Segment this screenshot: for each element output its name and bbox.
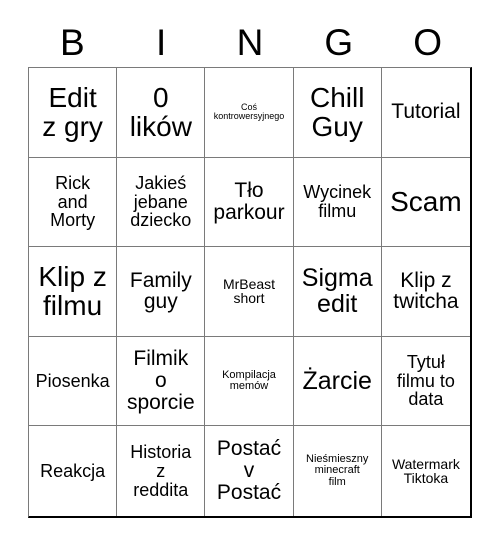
bingo-cell[interactable]: Tutorial bbox=[381, 68, 471, 158]
bingo-cell-label: Tło parkour bbox=[213, 179, 285, 224]
bingo-header-letter-b: B bbox=[60, 22, 85, 63]
bingo-header-letter-n: N bbox=[236, 22, 264, 63]
bingo-cell-label: 0 lików bbox=[129, 82, 192, 143]
bingo-cell-label: Chill Guy bbox=[309, 82, 365, 143]
bingo-cell[interactable]: Coś kontrowersyjnego bbox=[205, 68, 294, 158]
bingo-cell-label: Wycinek filmu bbox=[303, 182, 372, 221]
bingo-cell-label: Historia z reddita bbox=[130, 442, 192, 500]
bingo-cell-label: Żarcie bbox=[302, 367, 372, 396]
bingo-cell[interactable]: Historia z reddita bbox=[117, 426, 206, 516]
bingo-cell[interactable]: Rick and Morty bbox=[29, 157, 118, 248]
bingo-cell-label: Coś kontrowersyjnego bbox=[213, 101, 285, 122]
bingo-cell[interactable]: Tytuł filmu to data bbox=[381, 337, 471, 427]
bingo-cell[interactable]: Family guy bbox=[117, 247, 206, 337]
bingo-row: Reakcja Historia z reddita Postać v Postać… bbox=[29, 426, 470, 516]
bingo-header: B I N G O bbox=[28, 18, 472, 67]
bingo-cell[interactable]: Filmik o sporcie bbox=[117, 336, 206, 427]
bingo-cell-label: Sigma edit bbox=[301, 264, 373, 319]
bingo-cell-label: Jakieś jebane dziecko bbox=[130, 172, 192, 231]
bingo-cell[interactable]: Wycinek filmu bbox=[293, 157, 382, 248]
bingo-cell[interactable]: Klip z filmu bbox=[29, 247, 118, 337]
bingo-cell[interactable]: Scam bbox=[381, 158, 471, 248]
bingo-header-letter-o: O bbox=[413, 22, 442, 63]
bingo-cell[interactable]: Jakieś jebane dziecko bbox=[117, 157, 206, 248]
bingo-cell[interactable]: Postać v Postać bbox=[205, 426, 294, 516]
bingo-cell-label: Watermark Tiktoka bbox=[391, 455, 460, 487]
bingo-cell[interactable]: MrBeast short bbox=[205, 247, 294, 337]
bingo-cell[interactable]: Watermark Tiktoka bbox=[382, 426, 470, 516]
bingo-row: Rick and Morty Jakieś jebane dziecko Tło p… bbox=[29, 157, 471, 248]
bingo-cell[interactable]: Reakcja bbox=[29, 426, 118, 516]
bingo-cell-label: Piosenka bbox=[35, 370, 110, 391]
bingo-cell[interactable]: Nieśmieszny minecraft film bbox=[294, 426, 382, 516]
bingo-cell[interactable]: Chill Guy bbox=[293, 68, 382, 158]
bingo-cell[interactable]: Klip z twitcha bbox=[381, 247, 471, 337]
bingo-header-letter-g: G bbox=[324, 22, 354, 63]
bingo-grid: Edit z gry 0 lików Coś kontrowersyjnego Chi… bbox=[28, 67, 472, 518]
bingo-cell-label: Kompilacja memów bbox=[222, 368, 276, 393]
bingo-cell-label: Tytuł filmu to data bbox=[396, 352, 455, 410]
bingo-cell-label: Nieśmieszny minecraft film bbox=[306, 453, 369, 488]
bingo-row: Klip z filmu Family guy MrBeast short Sigma… bbox=[29, 247, 471, 337]
bingo-cell-label: Klip z filmu bbox=[38, 261, 107, 322]
bingo-cell-label: Reakcja bbox=[40, 460, 106, 481]
bingo-cell-label: Postać v Postać bbox=[216, 437, 282, 505]
bingo-cell[interactable]: Tło parkour bbox=[205, 157, 294, 248]
bingo-cell[interactable]: Sigma edit bbox=[293, 247, 382, 337]
bingo-cell[interactable]: Piosenka bbox=[29, 336, 118, 427]
bingo-cell[interactable]: Edit z gry bbox=[29, 68, 118, 158]
bingo-cell[interactable]: 0 lików bbox=[117, 68, 206, 158]
bingo-cell-label: Klip z twitcha bbox=[393, 268, 459, 314]
bingo-row: Piosenka Filmik o sporcie Kompilacja memów… bbox=[29, 336, 471, 427]
bingo-cell-label: Scam bbox=[390, 186, 462, 218]
bingo-cell-label: Edit z gry bbox=[42, 82, 103, 143]
bingo-row: Edit z gry 0 lików Coś kontrowersyjnego Chi… bbox=[29, 68, 471, 158]
bingo-cell[interactable]: Kompilacja memów bbox=[205, 336, 294, 427]
bingo-cell-label: MrBeast short bbox=[222, 275, 276, 307]
bingo-cell-label: Tutorial bbox=[391, 100, 461, 124]
bingo-cell[interactable]: Żarcie bbox=[293, 336, 382, 427]
bingo-cell-label: Filmik o sporcie bbox=[126, 347, 195, 414]
bingo-cell-label: Rick and Morty bbox=[50, 172, 96, 231]
bingo-cell-label: Family guy bbox=[129, 268, 192, 314]
bingo-header-letter-i: I bbox=[156, 22, 167, 63]
bingo-card: B I N G O Edit z gry 0 lików Coś kontrower… bbox=[28, 18, 472, 518]
